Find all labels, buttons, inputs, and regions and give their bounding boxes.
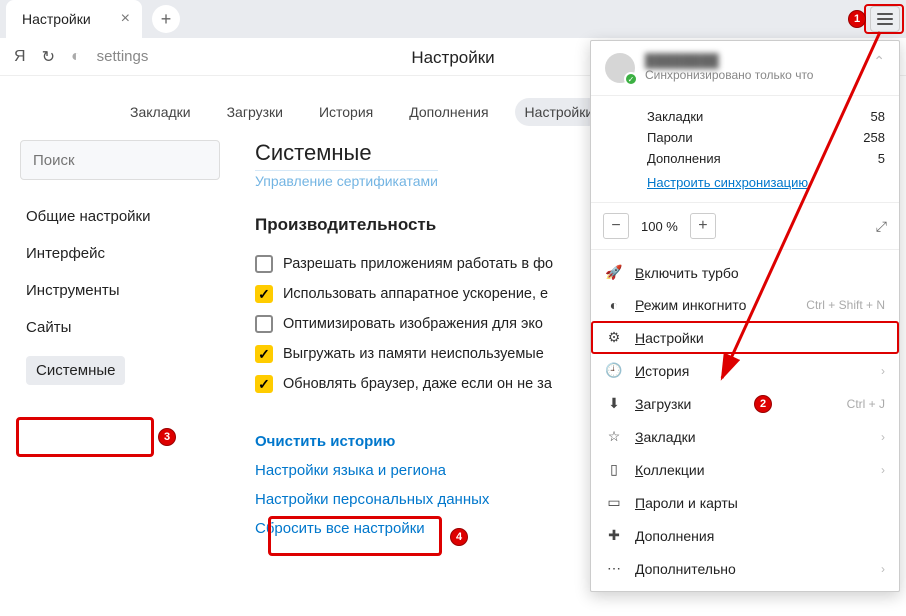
gear-icon: ⚙ bbox=[605, 329, 623, 346]
zoom-in-button[interactable]: + bbox=[690, 213, 716, 239]
callout-1: 1 bbox=[848, 10, 866, 28]
link-certs[interactable]: Управление сертификатами bbox=[255, 170, 438, 189]
checkbox-on[interactable]: ✓ bbox=[255, 375, 273, 393]
menu-sync-block[interactable]: ✓ ████████ Синхронизировано только что ⌃ bbox=[591, 41, 899, 96]
menu-item-mask[interactable]: ◐ Режим инкогнито Ctrl + Shift + N bbox=[591, 289, 899, 321]
stat-row: Пароли258 bbox=[647, 127, 885, 148]
menu-item-label: История bbox=[635, 363, 689, 379]
collection-icon: ▯ bbox=[605, 461, 623, 478]
menu-stats: Закладки58 Пароли258 Дополнения5 Настрои… bbox=[591, 96, 899, 203]
check-label: Обновлять браузер, даже если он не за bbox=[283, 376, 552, 392]
download-icon: ⬇ bbox=[605, 395, 623, 412]
zoom-out-button[interactable]: − bbox=[603, 213, 629, 239]
stat-row: Закладки58 bbox=[647, 106, 885, 127]
menu-item-star[interactable]: ☆ Закладки › bbox=[591, 420, 899, 453]
menu-item-more[interactable]: ⋯ Дополнительно › bbox=[591, 552, 899, 585]
search-input[interactable] bbox=[20, 140, 220, 180]
sync-settings-link[interactable]: Настроить синхронизацию bbox=[647, 169, 808, 190]
sidebar-item-general[interactable]: Общие настройки bbox=[20, 198, 235, 235]
callout-2: 2 bbox=[754, 395, 772, 413]
settings-sidebar: Общие настройки Интерфейс Инструменты Са… bbox=[20, 140, 235, 543]
menu-item-puzzle[interactable]: ✚ Дополнения bbox=[591, 519, 899, 552]
menu-item-clock[interactable]: 🕘 История › bbox=[591, 354, 899, 387]
menu-item-label: Коллекции bbox=[635, 462, 705, 478]
address-text[interactable]: settings bbox=[97, 48, 149, 65]
menu-shortcut: Ctrl + J bbox=[847, 397, 885, 411]
checkbox-off[interactable] bbox=[255, 255, 273, 273]
reload-icon[interactable]: ↻ bbox=[42, 47, 55, 67]
menu-item-download[interactable]: ⬇ Загрузки Ctrl + J bbox=[591, 387, 899, 420]
sync-status: Синхронизировано только что bbox=[645, 68, 813, 82]
menu-item-label: Настройки bbox=[635, 330, 704, 346]
callout-4: 4 bbox=[450, 528, 468, 546]
callout-3: 3 bbox=[158, 428, 176, 446]
chevron-right-icon: › bbox=[881, 562, 885, 576]
menu-zoom: − 100 % + ⤢ bbox=[591, 203, 899, 250]
sidebar-item-tools[interactable]: Инструменты bbox=[20, 272, 235, 309]
menu-item-label: Дополнения bbox=[635, 528, 714, 544]
nav-extensions[interactable]: Дополнения bbox=[399, 98, 498, 126]
browser-tabstrip: Настройки × + 1 bbox=[0, 0, 906, 38]
menu-item-label: Режим инкогнито bbox=[635, 297, 746, 313]
more-icon: ⋯ bbox=[605, 560, 623, 577]
site-icon: ◐ bbox=[71, 48, 81, 66]
account-name: ████████ bbox=[645, 53, 813, 68]
nav-history[interactable]: История bbox=[309, 98, 383, 126]
puzzle-icon: ✚ bbox=[605, 527, 623, 544]
check-label: Использовать аппаратное ускорение, е bbox=[283, 286, 548, 302]
close-icon[interactable]: × bbox=[121, 10, 130, 28]
sync-ok-icon: ✓ bbox=[624, 72, 638, 86]
menu-shortcut: Ctrl + Shift + N bbox=[806, 298, 885, 312]
sidebar-item-interface[interactable]: Интерфейс bbox=[20, 235, 235, 272]
card-icon: ▭ bbox=[605, 494, 623, 511]
yandex-logo-icon[interactable]: Я bbox=[14, 48, 26, 66]
menu-item-label: Включить турбо bbox=[635, 265, 739, 281]
stat-row: Дополнения5 bbox=[647, 148, 885, 169]
main-menu-popup: ✓ ████████ Синхронизировано только что ⌃… bbox=[590, 40, 900, 592]
mask-icon: ◐ bbox=[605, 297, 623, 313]
check-label: Выгружать из памяти неиспользуемые bbox=[283, 346, 544, 362]
nav-downloads[interactable]: Загрузки bbox=[217, 98, 293, 126]
check-label: Разрешать приложениям работать в фо bbox=[283, 256, 553, 272]
avatar: ✓ bbox=[605, 53, 635, 83]
menu-item-label: Закладки bbox=[635, 429, 696, 445]
menu-item-label: Загрузки bbox=[635, 396, 691, 412]
nav-bookmarks[interactable]: Закладки bbox=[120, 98, 201, 126]
new-tab-button[interactable]: + bbox=[152, 5, 180, 33]
menu-item-label: Пароли и карты bbox=[635, 495, 738, 511]
sidebar-item-sites[interactable]: Сайты bbox=[20, 309, 235, 346]
sidebar-item-system[interactable]: Системные bbox=[20, 346, 235, 395]
hamburger-menu-button[interactable] bbox=[870, 6, 900, 32]
menu-item-card[interactable]: ▭ Пароли и карты bbox=[591, 486, 899, 519]
menu-item-rocket[interactable]: 🚀 Включить турбо bbox=[591, 256, 899, 289]
sidebar-item-label: Системные bbox=[26, 356, 125, 385]
tab-title: Настройки bbox=[22, 11, 91, 27]
menu-item-gear[interactable]: ⚙ Настройки bbox=[591, 321, 899, 354]
chevron-right-icon: › bbox=[881, 463, 885, 477]
star-icon: ☆ bbox=[605, 428, 623, 445]
fullscreen-icon[interactable]: ⤢ bbox=[876, 218, 887, 235]
checkbox-on[interactable]: ✓ bbox=[255, 285, 273, 303]
chevron-right-icon: › bbox=[881, 364, 885, 378]
browser-tab[interactable]: Настройки × bbox=[6, 0, 142, 38]
menu-item-collection[interactable]: ▯ Коллекции › bbox=[591, 453, 899, 486]
chevron-up-icon[interactable]: ⌃ bbox=[873, 53, 885, 70]
menu-item-label: Дополнительно bbox=[635, 561, 736, 577]
check-label: Оптимизировать изображения для эко bbox=[283, 316, 543, 332]
chevron-right-icon: › bbox=[881, 430, 885, 444]
clock-icon: 🕘 bbox=[605, 362, 623, 379]
checkbox-on[interactable]: ✓ bbox=[255, 345, 273, 363]
zoom-value: 100 % bbox=[637, 219, 682, 234]
rocket-icon: 🚀 bbox=[605, 264, 623, 281]
checkbox-off[interactable] bbox=[255, 315, 273, 333]
